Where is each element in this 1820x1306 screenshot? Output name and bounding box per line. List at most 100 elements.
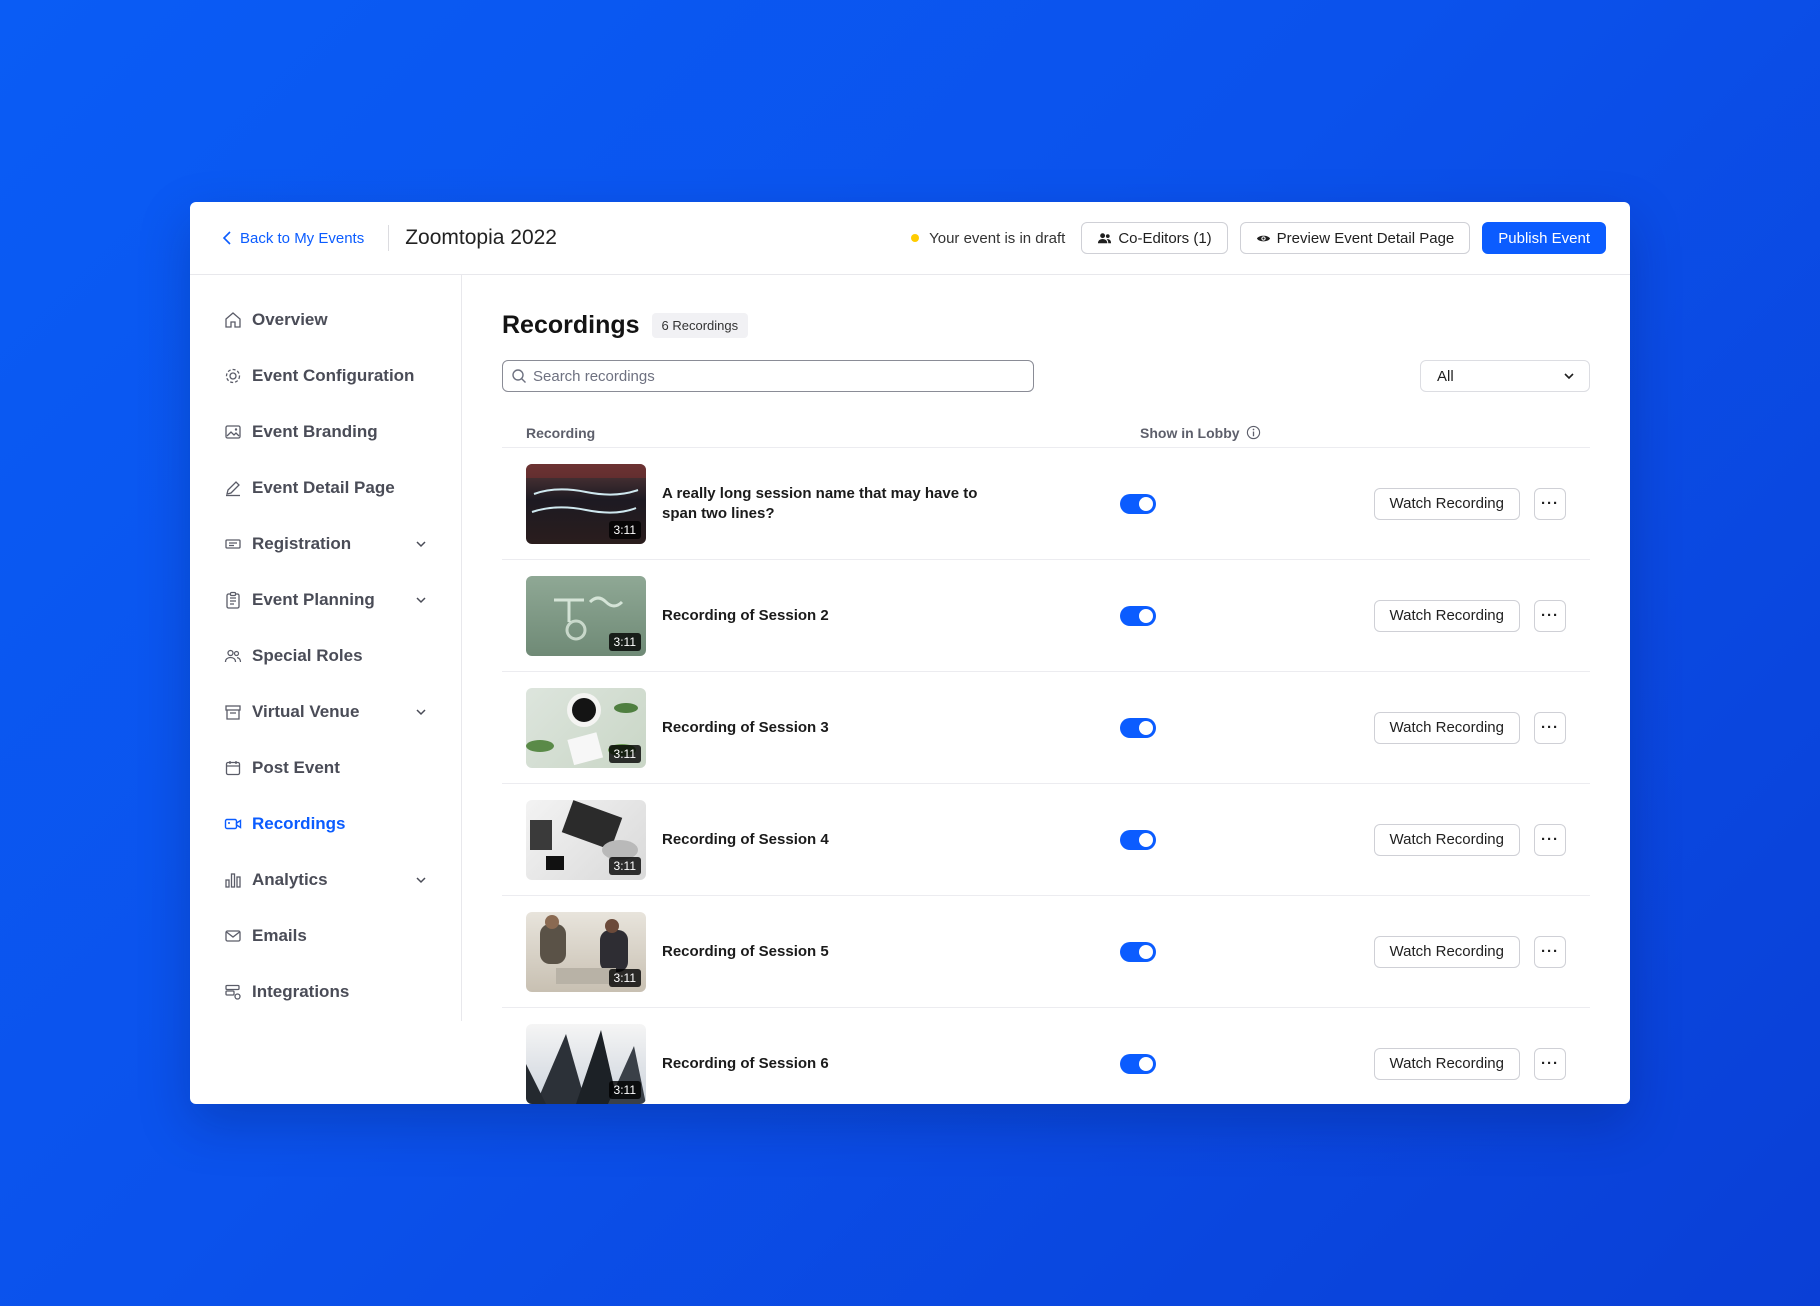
sidebar-item-label: Event Branding xyxy=(252,422,378,441)
watch-recording-button[interactable]: Watch Recording xyxy=(1373,823,1520,856)
home-icon xyxy=(225,312,241,328)
calendar-icon xyxy=(225,761,241,776)
more-options-button[interactable]: ··· xyxy=(1534,1047,1566,1080)
video-icon xyxy=(224,818,242,830)
publish-event-button[interactable]: Publish Event xyxy=(1482,222,1606,254)
search-input[interactable] xyxy=(533,367,1025,385)
preview-event-button[interactable]: Preview Event Detail Page xyxy=(1239,222,1471,254)
header-divider xyxy=(388,225,390,251)
show-in-lobby-toggle[interactable] xyxy=(1120,941,1156,962)
sidebar-item-event-branding[interactable]: Event Branding xyxy=(190,404,461,460)
gear-icon xyxy=(225,368,241,384)
chevron-down-icon xyxy=(416,877,426,884)
sidebar-item-label: Special Roles xyxy=(252,646,363,665)
recording-thumbnail[interactable]: 3:11 xyxy=(526,575,646,656)
row-actions: Watch Recording ··· xyxy=(1373,935,1566,968)
duration-badge: 3:11 xyxy=(608,856,641,875)
column-header-show-in-lobby: Show in Lobby xyxy=(1140,425,1261,441)
sidebar-item-label: Recordings xyxy=(252,814,346,833)
header-actions: Your event is in draft Co-Editors (1) Pr… xyxy=(911,222,1606,254)
watch-recording-button[interactable]: Watch Recording xyxy=(1373,935,1520,968)
search-box xyxy=(502,360,1034,392)
chevron-down-icon xyxy=(416,597,426,604)
more-options-button[interactable]: ··· xyxy=(1534,711,1566,744)
table-row: 3:11 Recording of Session 4 Watch Recordin… xyxy=(502,784,1590,896)
row-actions: Watch Recording ··· xyxy=(1373,1047,1566,1080)
sidebar-item-integrations[interactable]: Integrations xyxy=(190,964,461,1020)
back-link-label: Back to My Events xyxy=(240,229,365,247)
duration-badge: 3:11 xyxy=(608,520,641,539)
draft-status: Your event is in draft xyxy=(911,230,1065,247)
show-in-lobby-cell xyxy=(978,941,1162,962)
show-in-lobby-toggle[interactable] xyxy=(1120,493,1156,514)
mail-icon xyxy=(225,930,241,942)
clipboard-icon xyxy=(226,591,240,609)
row-actions: Watch Recording ··· xyxy=(1373,599,1566,632)
show-in-lobby-cell xyxy=(978,493,1162,514)
more-options-button[interactable]: ··· xyxy=(1534,935,1566,968)
recording-title: Recording of Session 2 xyxy=(662,606,829,624)
sidebar-item-event-configuration[interactable]: Event Configuration xyxy=(190,348,461,404)
back-to-events-link[interactable]: Back to My Events xyxy=(222,230,364,247)
sidebar-item-overview[interactable]: Overview xyxy=(190,292,461,348)
show-in-lobby-toggle[interactable] xyxy=(1120,829,1156,850)
show-in-lobby-cell xyxy=(978,829,1162,850)
duration-badge: 3:11 xyxy=(608,744,641,763)
row-actions: Watch Recording ··· xyxy=(1373,823,1566,856)
recording-thumbnail[interactable]: 3:11 xyxy=(526,1023,646,1104)
info-icon[interactable] xyxy=(1246,425,1261,440)
integrations-icon xyxy=(225,984,241,1000)
sidebar-item-label: Integrations xyxy=(252,982,350,1001)
sidebar-item-label: Registration xyxy=(252,534,352,553)
heading-row: Recordings 6 Recordings xyxy=(502,311,1590,340)
watch-recording-button[interactable]: Watch Recording xyxy=(1373,711,1520,744)
recordings-table: Recording Show in Lobby 3:11 A really lon… xyxy=(502,418,1590,1104)
sidebar-item-label: Emails xyxy=(252,926,307,945)
watch-recording-button[interactable]: Watch Recording xyxy=(1373,1047,1520,1080)
draft-status-label: Your event is in draft xyxy=(929,229,1066,247)
sidebar-item-analytics[interactable]: Analytics xyxy=(190,852,461,908)
sidebar-item-emails[interactable]: Emails xyxy=(190,908,461,964)
recording-title: Recording of Session 4 xyxy=(662,830,829,848)
recording-title: Recording of Session 6 xyxy=(662,1054,829,1072)
recording-thumbnail[interactable]: 3:11 xyxy=(526,463,646,544)
more-options-button[interactable]: ··· xyxy=(1534,487,1566,520)
more-options-button[interactable]: ··· xyxy=(1534,823,1566,856)
row-actions: Watch Recording ··· xyxy=(1373,487,1566,520)
filter-select[interactable]: All xyxy=(1420,360,1590,392)
filter-select-value: All xyxy=(1437,367,1454,385)
sidebar-item-label: Event Planning xyxy=(252,590,375,609)
more-options-button[interactable]: ··· xyxy=(1534,599,1566,632)
bar-chart-icon xyxy=(225,873,241,888)
recording-thumbnail[interactable]: 3:11 xyxy=(526,911,646,992)
filter-row: All xyxy=(502,360,1590,392)
recordings-panel: Recordings 6 Recordings All Recording Sh… xyxy=(462,275,1630,1104)
row-actions: Watch Recording ··· xyxy=(1373,711,1566,744)
table-body: 3:11 A really long session name that may … xyxy=(502,448,1590,1104)
sidebar-item-registration[interactable]: Registration xyxy=(190,516,461,572)
watch-recording-button[interactable]: Watch Recording xyxy=(1373,599,1520,632)
watch-recording-button[interactable]: Watch Recording xyxy=(1373,487,1520,520)
sidebar-item-event-planning[interactable]: Event Planning xyxy=(190,572,461,628)
search-icon xyxy=(512,369,526,383)
venue-icon xyxy=(225,705,241,720)
sidebar-item-label: Analytics xyxy=(252,870,328,889)
sidebar-item-post-event[interactable]: Post Event xyxy=(190,740,461,796)
page-title: Recordings xyxy=(502,311,640,339)
top-bar: Back to My Events Zoomtopia 2022 Your ev… xyxy=(190,202,1630,275)
recording-title: Recording of Session 5 xyxy=(662,942,829,960)
sidebar-item-label: Post Event xyxy=(252,758,340,777)
sidebar-item-event-detail-page[interactable]: Event Detail Page xyxy=(190,460,461,516)
show-in-lobby-toggle[interactable] xyxy=(1120,605,1156,626)
sidebar-item-special-roles[interactable]: Special Roles xyxy=(190,628,461,684)
recording-title: Recording of Session 3 xyxy=(662,718,829,736)
recording-thumbnail[interactable]: 3:11 xyxy=(526,799,646,880)
sidebar-item-recordings[interactable]: Recordings xyxy=(190,796,461,852)
show-in-lobby-toggle[interactable] xyxy=(1120,717,1156,738)
recordings-count-badge: 6 Recordings xyxy=(651,313,749,338)
show-in-lobby-toggle[interactable] xyxy=(1120,1053,1156,1074)
recording-thumbnail[interactable]: 3:11 xyxy=(526,687,646,768)
co-editors-button[interactable]: Co-Editors (1) xyxy=(1081,222,1228,254)
sidebar-item-virtual-venue[interactable]: Virtual Venue xyxy=(190,684,461,740)
table-row: 3:11 Recording of Session 3 Watch Recordin… xyxy=(502,672,1590,784)
